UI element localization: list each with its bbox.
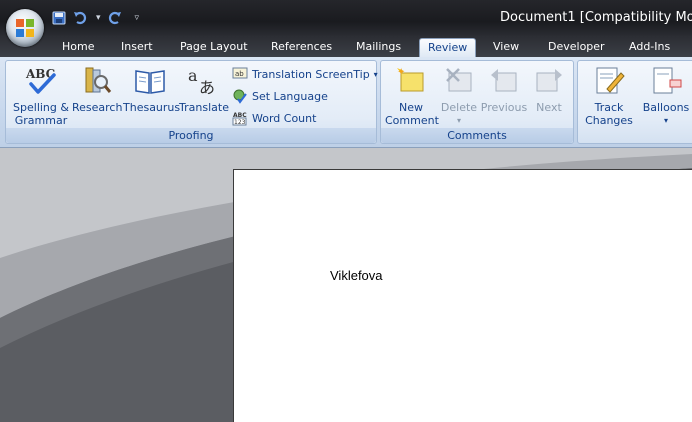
window-title: Document1 [Compatibility Mode] bbox=[500, 10, 692, 25]
translation-screentip-button[interactable]: ab Translation ScreenTip ▾ bbox=[232, 65, 378, 83]
title-bar: ▾ ▿ Document1 [Compatibility Mode] bbox=[0, 0, 692, 36]
translate-icon: a あ bbox=[188, 66, 215, 97]
tab-review[interactable]: Review bbox=[419, 38, 477, 57]
tab-references[interactable]: References bbox=[271, 38, 332, 57]
chevron-down-icon: ▾ bbox=[373, 69, 378, 79]
office-logo-icon bbox=[16, 19, 34, 37]
svg-text:✦: ✦ bbox=[397, 67, 405, 78]
delete-label: Delete bbox=[440, 101, 478, 114]
save-icon[interactable] bbox=[50, 9, 68, 27]
comments-group: ✦ New Comment Delete ▾ Previous Next Com… bbox=[380, 60, 574, 144]
track-changes-button[interactable]: Track Changes bbox=[580, 65, 638, 127]
proofing-group-label: Proofing bbox=[6, 128, 376, 143]
tab-mailings[interactable]: Mailings bbox=[356, 38, 401, 57]
spelling-grammar-button[interactable]: ABC Spelling & Grammar bbox=[10, 65, 72, 127]
spelling-check-icon: ABC bbox=[25, 67, 56, 94]
undo-icon[interactable] bbox=[72, 9, 90, 27]
proofing-group: ABC Spelling & Grammar Research Thesauru… bbox=[5, 60, 378, 144]
track-changes-icon bbox=[596, 67, 625, 94]
word-count-icon: ABC 123 bbox=[232, 112, 247, 126]
screentip-icon: ab bbox=[232, 67, 248, 79]
delete-comment-icon bbox=[446, 68, 472, 92]
research-label: Research bbox=[72, 101, 123, 114]
set-language-icon bbox=[233, 89, 247, 104]
tab-developer[interactable]: Developer bbox=[548, 38, 605, 57]
document-body-text[interactable]: Viklefova bbox=[330, 268, 383, 283]
office-button[interactable] bbox=[6, 9, 44, 47]
next-label: Next bbox=[536, 101, 562, 114]
delete-comment-button[interactable]: Delete ▾ bbox=[438, 65, 480, 127]
translation-screentip-label: Translation ScreenTip bbox=[252, 67, 370, 81]
tracking-group: Track Changes Balloons ▾ bbox=[577, 60, 692, 144]
chevron-down-icon: ▾ bbox=[456, 116, 461, 125]
customize-arrow-icon[interactable]: ▿ bbox=[135, 13, 140, 23]
next-comment-icon bbox=[536, 69, 562, 92]
research-icon bbox=[85, 67, 112, 93]
document-workspace[interactable]: Viklefova bbox=[0, 148, 692, 422]
chevron-down-icon: ▾ bbox=[663, 116, 668, 125]
translate-label: Translate bbox=[179, 101, 229, 114]
tab-add-ins[interactable]: Add-Ins bbox=[629, 38, 670, 57]
thesaurus-label: Thesaurus bbox=[123, 101, 181, 114]
tab-page-layout[interactable]: Page Layout bbox=[180, 38, 248, 57]
balloons-label: Balloons bbox=[642, 101, 690, 114]
comments-group-label: Comments bbox=[381, 128, 573, 143]
new-comment-button[interactable]: ✦ New Comment bbox=[385, 65, 439, 127]
document-page[interactable]: Viklefova bbox=[233, 169, 692, 422]
tab-home[interactable]: Home bbox=[62, 38, 94, 57]
svg-text:123: 123 bbox=[234, 119, 246, 126]
balloons-button[interactable]: Balloons ▾ bbox=[638, 65, 692, 127]
next-comment-button[interactable]: Next bbox=[529, 65, 569, 114]
previous-comment-button[interactable]: Previous bbox=[480, 65, 528, 114]
tab-insert[interactable]: Insert bbox=[121, 38, 153, 57]
undo-dropdown-icon[interactable]: ▾ bbox=[96, 13, 101, 23]
word-count-button[interactable]: ABC 123 Word Count bbox=[232, 109, 316, 127]
set-language-button[interactable]: Set Language bbox=[232, 87, 328, 105]
translate-button[interactable]: a あ Translate bbox=[177, 65, 231, 114]
svg-text:ab: ab bbox=[235, 70, 244, 78]
spelling-grammar-label: Spelling & Grammar bbox=[13, 101, 69, 127]
track-changes-label: Track Changes bbox=[585, 101, 633, 127]
set-language-label: Set Language bbox=[252, 89, 328, 103]
redo-icon[interactable] bbox=[105, 9, 123, 27]
tab-view[interactable]: View bbox=[493, 38, 519, 57]
research-button[interactable]: Research bbox=[72, 65, 122, 114]
quick-access-toolbar: ▾ ▿ bbox=[50, 8, 139, 28]
word-count-label: Word Count bbox=[252, 111, 317, 125]
thesaurus-button[interactable]: Thesaurus bbox=[123, 65, 181, 114]
thesaurus-book-icon bbox=[135, 70, 165, 94]
ribbon: ABC Spelling & Grammar Research Thesauru… bbox=[0, 57, 692, 148]
new-comment-label: New Comment bbox=[385, 101, 439, 127]
ribbon-tab-row: Home Insert Page Layout References Maili… bbox=[0, 36, 692, 57]
svg-text:a: a bbox=[188, 66, 198, 85]
previous-label: Previous bbox=[480, 101, 528, 114]
balloons-icon bbox=[653, 67, 682, 94]
svg-text:あ: あ bbox=[199, 78, 215, 97]
new-comment-icon: ✦ bbox=[397, 67, 424, 92]
previous-comment-icon bbox=[491, 69, 517, 92]
